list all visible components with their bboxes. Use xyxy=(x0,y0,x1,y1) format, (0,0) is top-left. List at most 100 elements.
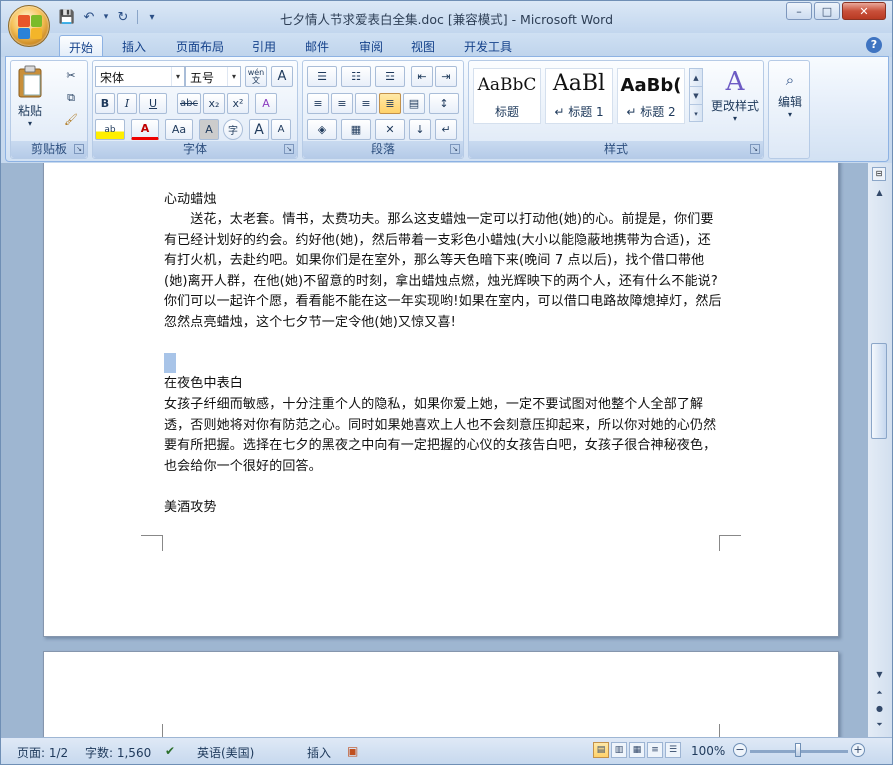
sort-icon[interactable]: ↓ xyxy=(409,119,431,140)
chinese-layout-icon[interactable]: ✕ xyxy=(375,119,405,140)
align-right-icon[interactable]: ≡ xyxy=(355,93,377,114)
tab-developer[interactable]: 开发工具 xyxy=(456,35,520,57)
zoom-level[interactable]: 100% xyxy=(691,744,725,758)
page-1[interactable]: 心动蜡烛 送花，太老套。情书，太费功夫。那么这支蜡烛一定可以打动他(她)的心。前… xyxy=(43,163,839,637)
clipboard-launcher-icon[interactable]: ↘ xyxy=(74,144,84,154)
enclose-char-button[interactable]: 字 xyxy=(223,119,243,140)
page-2[interactable] xyxy=(43,651,839,737)
office-button[interactable] xyxy=(8,5,50,47)
phonetic-guide-button[interactable]: wén 文 xyxy=(245,66,267,87)
paste-button[interactable]: 粘贴 ▾ xyxy=(15,65,45,137)
zoom-in-icon[interactable]: + xyxy=(851,743,865,757)
maximize-button[interactable]: □ xyxy=(814,2,840,20)
font-group-label: 字体 ↘ xyxy=(93,141,297,158)
zoom-out-icon[interactable]: − xyxy=(733,743,747,757)
superscript-button[interactable]: x² xyxy=(227,93,249,114)
grow-font-button[interactable]: A xyxy=(249,119,269,140)
insert-mode[interactable]: 插入 xyxy=(307,744,331,761)
view-ruler-icon[interactable]: ⊟ xyxy=(872,167,886,181)
language[interactable]: 英语(美国) xyxy=(197,744,254,761)
decrease-indent-icon[interactable]: ⇤ xyxy=(411,66,433,87)
format-painter-icon[interactable]: 🖌 xyxy=(61,109,81,130)
save-icon[interactable]: 💾 xyxy=(57,8,77,26)
style-heading-1[interactable]: AaBl ↵ 标题 1 xyxy=(545,68,613,124)
close-button[interactable]: ✕ xyxy=(842,2,886,20)
document-area[interactable]: 心动蜡烛 送花，太老套。情书，太费功夫。那么这支蜡烛一定可以打动他(她)的心。前… xyxy=(1,163,868,737)
print-layout-view-icon[interactable]: ▤ xyxy=(593,742,609,758)
font-name-combo[interactable]: 宋体 ▾ xyxy=(95,66,185,87)
word-count[interactable]: 字数: 1,560 xyxy=(85,744,151,761)
style-title[interactable]: AaBbC 标题 xyxy=(473,68,541,124)
font-name-dropdown-icon[interactable]: ▾ xyxy=(171,67,184,86)
tab-insert[interactable]: 插入 xyxy=(113,35,155,57)
paste-label: 粘贴 xyxy=(17,104,42,118)
tab-references[interactable]: 引用 xyxy=(243,35,285,57)
scroll-up-icon[interactable]: ▲ xyxy=(871,185,888,201)
ribbon-tabs: 开始 插入 页面布局 引用 邮件 审阅 视图 开发工具 ? xyxy=(1,33,892,57)
scroll-down-icon[interactable]: ▼ xyxy=(871,667,888,683)
styles-scroll[interactable]: ▲ ▼ ▾ xyxy=(689,68,703,122)
draft-view-icon[interactable]: ☰ xyxy=(665,742,681,758)
scroll-thumb[interactable] xyxy=(871,343,887,439)
page-count[interactable]: 页面: 1/2 xyxy=(17,744,68,761)
increase-indent-icon[interactable]: ⇥ xyxy=(435,66,457,87)
macro-record-icon[interactable]: ▣ xyxy=(347,744,358,758)
full-screen-reading-icon[interactable]: ▥ xyxy=(611,742,627,758)
copy-icon[interactable]: ⧉ xyxy=(61,87,81,108)
clear-formatting-button[interactable]: A xyxy=(255,93,277,114)
next-page-icon[interactable]: ⏷ xyxy=(871,717,888,733)
styles-down-icon[interactable]: ▼ xyxy=(690,87,702,105)
zoom-slider-knob[interactable] xyxy=(795,743,801,757)
numbering-icon[interactable]: ☷ xyxy=(341,66,371,87)
italic-button[interactable]: I xyxy=(117,93,137,114)
distributed-icon[interactable]: ▤ xyxy=(403,93,425,114)
paragraph-launcher-icon[interactable]: ↘ xyxy=(450,144,460,154)
help-icon[interactable]: ? xyxy=(866,37,882,53)
cut-icon[interactable]: ✂ xyxy=(61,65,81,86)
char-border-button[interactable]: A xyxy=(271,66,293,87)
styles-launcher-icon[interactable]: ↘ xyxy=(750,144,760,154)
shading-icon[interactable]: ◈ xyxy=(307,119,337,140)
font-launcher-icon[interactable]: ↘ xyxy=(284,144,294,154)
multilevel-list-icon[interactable]: ☲ xyxy=(375,66,405,87)
justify-icon[interactable]: ≣ xyxy=(379,93,401,114)
bold-button[interactable]: B xyxy=(95,93,115,114)
font-size-combo[interactable]: 五号 ▾ xyxy=(185,66,241,87)
undo-icon[interactable]: ↶ xyxy=(79,8,99,26)
styles-up-icon[interactable]: ▲ xyxy=(690,69,702,87)
shrink-font-button[interactable]: A xyxy=(271,119,291,140)
show-marks-icon[interactable]: ↵ xyxy=(435,119,457,140)
previous-page-icon[interactable]: ⏶ xyxy=(871,685,888,701)
font-color-button[interactable]: A xyxy=(131,119,159,140)
borders-icon[interactable]: ▦ xyxy=(341,119,371,140)
align-left-icon[interactable]: ≡ xyxy=(307,93,329,114)
tab-page-layout[interactable]: 页面布局 xyxy=(169,35,231,57)
styles-more-icon[interactable]: ▾ xyxy=(690,105,702,123)
editing-button[interactable]: ⌕ 编辑 ▾ xyxy=(771,67,809,137)
tab-view[interactable]: 视图 xyxy=(402,35,444,57)
tab-review[interactable]: 审阅 xyxy=(350,35,392,57)
font-size-dropdown-icon[interactable]: ▾ xyxy=(227,67,240,86)
customize-qat-icon[interactable]: ▾ xyxy=(142,8,162,26)
proofing-icon[interactable]: ✔ xyxy=(165,744,175,758)
underline-button[interactable]: U xyxy=(139,93,167,114)
redo-icon[interactable]: ↻ xyxy=(113,8,133,26)
line-spacing-icon[interactable]: ↕ xyxy=(429,93,459,114)
bullets-icon[interactable]: ☰ xyxy=(307,66,337,87)
undo-dropdown-icon[interactable]: ▾ xyxy=(101,8,111,26)
tab-mailings[interactable]: 邮件 xyxy=(296,35,338,57)
web-layout-icon[interactable]: ▦ xyxy=(629,742,645,758)
strikethrough-button[interactable]: abc xyxy=(177,93,201,114)
select-browse-object-icon[interactable]: ● xyxy=(871,701,888,717)
vertical-scrollbar[interactable]: ⊟ ▲ ▼ ⏶ ● ⏷ xyxy=(868,163,892,737)
tab-home[interactable]: 开始 xyxy=(59,35,103,57)
minimize-button[interactable]: – xyxy=(786,2,812,20)
subscript-button[interactable]: x₂ xyxy=(203,93,225,114)
change-case-button[interactable]: Aa xyxy=(165,119,193,140)
char-shading-button[interactable]: A xyxy=(199,119,219,140)
change-styles-button[interactable]: A 更改样式 ▾ xyxy=(709,67,761,137)
highlight-button[interactable]: ab xyxy=(95,119,125,140)
outline-view-icon[interactable]: ≡ xyxy=(647,742,663,758)
align-center-icon[interactable]: ≡ xyxy=(331,93,353,114)
style-heading-2[interactable]: AaBb( ↵ 标题 2 xyxy=(617,68,685,124)
